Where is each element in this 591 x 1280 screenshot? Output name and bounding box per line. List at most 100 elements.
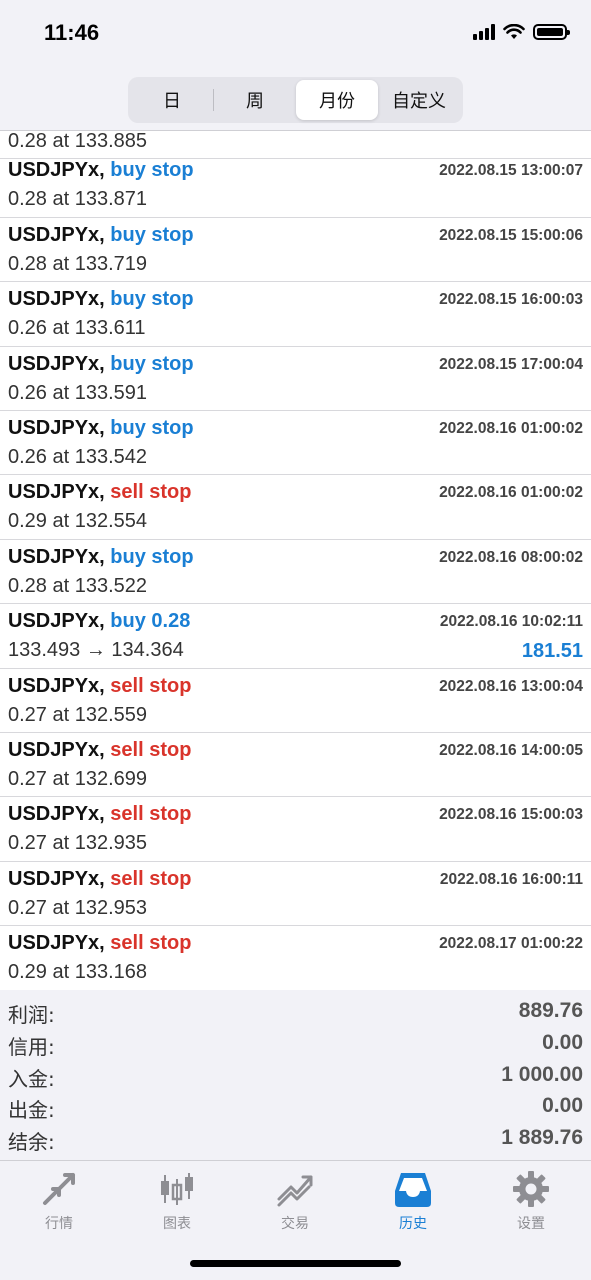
segment-custom[interactable]: 自定义 bbox=[378, 80, 460, 120]
order-symbol-line: USDJPYx, sell stop bbox=[8, 932, 191, 955]
cellular-signal-icon bbox=[473, 24, 495, 40]
summary-profit: 利润: 889.76 bbox=[0, 996, 591, 1027]
order-symbol: USDJPYx, bbox=[8, 739, 105, 761]
order-symbol-line: USDJPYx, buy stop bbox=[8, 417, 194, 440]
order-type: buy 0.28 bbox=[110, 610, 191, 633]
order-row[interactable]: USDJPYx, sell stop 0.27 at 132.699 2022.08… bbox=[0, 733, 591, 798]
tab-label: 历史 bbox=[399, 1216, 427, 1232]
order-volume-price: 0.26 at 133.611 bbox=[8, 317, 146, 340]
order-symbol: USDJPYx, bbox=[8, 159, 105, 182]
order-row[interactable]: USDJPYx, buy stop 0.28 at 133.871 2022.08.… bbox=[0, 153, 591, 218]
summary-label: 利润: bbox=[8, 1003, 55, 1027]
order-type: sell stop bbox=[110, 674, 192, 697]
order-time: 2022.08.16 13:00:04 bbox=[439, 677, 583, 695]
order-symbol-line: USDJPYx, sell stop bbox=[8, 868, 191, 891]
order-volume-price: 0.28 at 133.871 bbox=[8, 188, 148, 211]
order-type: buy stop bbox=[110, 545, 194, 568]
order-time: 2022.08.16 15:00:03 bbox=[439, 806, 583, 824]
summary-value: 1 000.00 bbox=[501, 1063, 583, 1086]
order-type: sell stop bbox=[110, 932, 192, 955]
wifi-icon bbox=[503, 24, 525, 39]
order-row[interactable]: USDJPYx, sell stop 0.29 at 133.168 2022.08… bbox=[0, 926, 591, 990]
order-symbol: USDJPYx, bbox=[8, 545, 105, 568]
order-volume-price: 0.28 at 133.522 bbox=[8, 574, 148, 597]
summary-label: 结余: bbox=[8, 1130, 55, 1154]
order-symbol: USDJPYx, bbox=[8, 932, 105, 955]
battery-icon bbox=[533, 24, 570, 40]
order-row[interactable]: USDJPYx, sell stop 0.29 at 132.554 2022.08… bbox=[0, 475, 591, 540]
order-volume-price: 0.26 at 133.542 bbox=[8, 446, 148, 468]
order-time: 2022.08.15 16:00:03 bbox=[439, 291, 583, 309]
summary-value: 0.00 bbox=[542, 1031, 583, 1054]
order-profit: 181.51 bbox=[521, 640, 583, 663]
top-bar: 11:46 日 周 月份 自定义 bbox=[0, 0, 591, 131]
tab-quotes[interactable]: 行情 bbox=[0, 1169, 118, 1239]
order-symbol-line: USDJPYx, buy stop bbox=[8, 353, 194, 376]
order-type: buy stop bbox=[110, 223, 194, 246]
tab-settings[interactable]: 设置 bbox=[472, 1169, 590, 1239]
order-type: buy stop bbox=[110, 417, 194, 439]
summary-credit: 信用: 0.00 bbox=[0, 1028, 591, 1059]
order-symbol: USDJPYx, bbox=[8, 610, 105, 633]
tab-chart[interactable]: 图表 bbox=[118, 1169, 236, 1239]
order-row[interactable]: USDJPYx, buy 0.28 133.493 → 134.364 2022.0… bbox=[0, 604, 591, 669]
summary-deposit: 入金: 1 000.00 bbox=[0, 1060, 591, 1091]
quotes-icon bbox=[43, 1173, 75, 1205]
order-volume-price: 133.493 → 134.364 bbox=[8, 639, 184, 662]
order-type: buy stop bbox=[110, 159, 194, 182]
order-row[interactable]: USDJPYx, buy stop 0.28 at 133.522 2022.08.… bbox=[0, 540, 591, 605]
order-symbol-line: USDJPYx, sell stop bbox=[8, 803, 191, 826]
order-volume-price: 0.28 at 133.719 bbox=[8, 252, 148, 275]
order-volume-price: 0.28 at 133.885 bbox=[8, 131, 148, 152]
order-row[interactable]: USDJPYx, sell stop 0.27 at 132.935 2022.08… bbox=[0, 797, 591, 862]
order-symbol-line: USDJPYx, buy 0.28 bbox=[8, 610, 190, 633]
order-time: 2022.08.16 16:00:11 bbox=[439, 870, 583, 888]
order-time: 2022.08.15 15:00:06 bbox=[439, 226, 583, 244]
order-symbol-line: USDJPYx, buy stop bbox=[8, 159, 194, 182]
order-symbol: USDJPYx, bbox=[8, 674, 105, 697]
order-time: 2022.08.16 08:00:02 bbox=[439, 548, 583, 566]
order-time: 2022.08.16 01:00:02 bbox=[439, 484, 583, 502]
order-volume-price: 0.29 at 132.554 bbox=[8, 510, 148, 533]
segment-month[interactable]: 月份 bbox=[296, 80, 378, 120]
order-volume-price: 0.27 at 132.559 bbox=[8, 703, 148, 726]
summary-label: 入金: bbox=[8, 1067, 55, 1091]
order-row[interactable]: USDJPYx, buy stop 0.28 at 133.719 2022.08.… bbox=[0, 218, 591, 283]
order-row[interactable]: USDJPYx, sell stop 0.27 at 132.953 2022.08… bbox=[0, 862, 591, 927]
order-symbol-line: USDJPYx, buy stop bbox=[8, 224, 194, 247]
order-symbol-line: USDJPYx, sell stop bbox=[8, 739, 191, 762]
segment-week[interactable]: 周 bbox=[214, 80, 296, 120]
order-row[interactable]: USDJPYx, sell stop 0.27 at 132.559 2022.08… bbox=[0, 669, 591, 733]
order-type: sell stop bbox=[110, 867, 192, 890]
order-symbol-line: USDJPYx, buy stop bbox=[8, 288, 194, 311]
home-indicator[interactable] bbox=[190, 1260, 401, 1267]
tab-trade[interactable]: 交易 bbox=[236, 1169, 354, 1239]
tab-label: 图表 bbox=[163, 1216, 191, 1232]
order-row[interactable]: USDJPYx, buy stop 0.26 at 133.591 2022.08.… bbox=[0, 347, 591, 411]
summary-value: 1 889.76 bbox=[501, 1126, 583, 1149]
order-row[interactable]: USDJPYx, buy stop 0.26 at 133.542 2022.08.… bbox=[0, 411, 591, 476]
order-volume-price: 0.27 at 132.699 bbox=[8, 768, 148, 790]
period-segmented-control: 日 周 月份 自定义 bbox=[128, 77, 463, 123]
summary-withdrawal: 出金: 0.00 bbox=[0, 1091, 591, 1122]
order-type: buy stop bbox=[110, 288, 194, 311]
order-type: sell stop bbox=[110, 481, 192, 504]
order-time: 2022.08.15 17:00:04 bbox=[439, 355, 583, 373]
history-icon bbox=[395, 1173, 431, 1207]
chart-icon bbox=[161, 1173, 193, 1205]
order-row[interactable]: USDJPYx, buy stop 0.26 at 133.611 2022.08.… bbox=[0, 282, 591, 347]
order-symbol-line: USDJPYx, buy stop bbox=[8, 546, 194, 569]
summary-value: 0.00 bbox=[542, 1094, 583, 1117]
status-icons bbox=[473, 24, 570, 40]
segment-day[interactable]: 日 bbox=[131, 80, 213, 120]
order-symbol: USDJPYx, bbox=[8, 288, 105, 311]
order-symbol-line: USDJPYx, sell stop bbox=[8, 481, 191, 504]
order-volume-price: 0.26 at 133.591 bbox=[8, 381, 148, 404]
order-volume-price: 0.29 at 133.168 bbox=[8, 961, 148, 984]
order-history-list[interactable]: 0.28 at 133.885 USDJPYx, buy stop 0.28 at… bbox=[0, 131, 591, 990]
account-summary: 利润: 889.76 信用: 0.00 入金: 1 000.00 出金: 0.0… bbox=[0, 990, 591, 1160]
order-type: sell stop bbox=[110, 803, 192, 826]
order-type: buy stop bbox=[110, 352, 194, 375]
order-time: 2022.08.15 13:00:07 bbox=[439, 162, 583, 180]
tab-history[interactable]: 历史 bbox=[354, 1169, 472, 1239]
